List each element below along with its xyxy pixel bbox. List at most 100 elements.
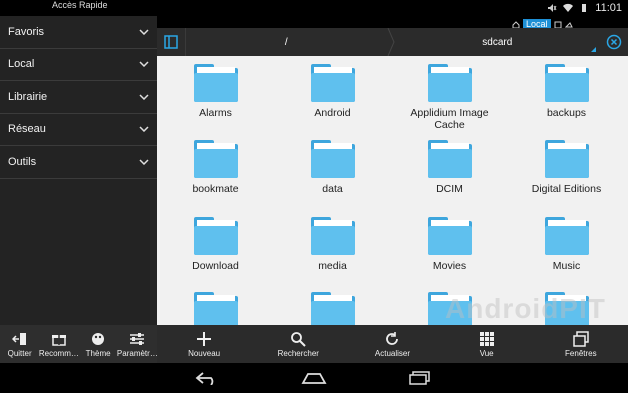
folder-item[interactable]: Android <box>274 64 391 119</box>
settings-button[interactable]: Paramètr… <box>117 325 158 358</box>
action-bar: Nouveau Rechercher Actualiser Vue Fenêtr… <box>157 325 628 363</box>
folder-name: media <box>318 260 347 272</box>
sidebar-item-label: Local <box>8 58 35 71</box>
file-grid: Alarms Android Applidium Image Cache backup… <box>157 56 628 325</box>
folder-name: bookmate <box>192 183 239 195</box>
sidebar-item-label: Favoris <box>8 25 45 38</box>
sidebar-item-label: Outils <box>8 155 37 168</box>
folder-name: backups <box>546 107 587 119</box>
folder-item[interactable]: Alarms <box>157 64 274 119</box>
close-icon <box>606 34 622 50</box>
folder-item[interactable] <box>157 292 274 325</box>
folder-item[interactable]: Digital Editions <box>508 140 625 195</box>
folder-icon <box>427 217 472 255</box>
mute-icon <box>548 4 557 12</box>
sidebar-toolbar: Quitter Recomm… Thème Paramètr… <box>0 325 158 363</box>
sidebar-item-label: Réseau <box>8 123 46 136</box>
theme-button[interactable]: Thème <box>79 325 117 358</box>
folder-name: Download <box>192 260 239 272</box>
sidebar-title: Accès Rapide <box>52 0 108 10</box>
folder-icon <box>310 217 355 255</box>
plus-icon <box>197 332 212 346</box>
sidebar-item-local[interactable]: Local <box>0 49 157 81</box>
sidebar-item-outils[interactable]: Outils <box>0 146 157 179</box>
folder-icon <box>544 140 589 178</box>
search-icon <box>291 332 306 347</box>
folder-name: Android <box>314 107 351 119</box>
chevron-down-icon <box>139 61 149 68</box>
breadcrumb-root[interactable]: / <box>184 28 387 56</box>
folder-icon <box>193 292 238 325</box>
breadcrumb-current[interactable]: sdcard <box>394 28 601 56</box>
sidebar-item-librairie[interactable]: Librairie <box>0 81 157 114</box>
wifi-icon <box>563 3 574 13</box>
watermark: AndroidPIT <box>445 293 606 324</box>
folder-icon <box>427 64 472 102</box>
chevron-down-icon <box>139 94 149 100</box>
folder-name: Movies <box>432 260 467 272</box>
folder-icon <box>427 140 472 178</box>
folder-item[interactable]: backups <box>508 64 625 119</box>
view-button[interactable]: Vue <box>442 325 532 363</box>
quit-button[interactable]: Quitter <box>1 325 39 358</box>
folder-item[interactable]: DCIM <box>391 140 508 195</box>
toggle-sidebar-button[interactable] <box>157 28 185 56</box>
sidebar-item-favoris[interactable]: Favoris <box>0 16 157 49</box>
home-button[interactable] <box>300 369 328 387</box>
folder-name: data <box>322 183 343 195</box>
folder-name: Alarms <box>199 107 232 119</box>
sidebar-item-reseau[interactable]: Réseau <box>0 114 157 146</box>
windows-icon <box>573 331 589 347</box>
chevron-down-icon <box>139 159 149 165</box>
folder-icon <box>544 217 589 255</box>
folder-item[interactable]: Download <box>157 217 274 272</box>
new-button[interactable]: Nouveau <box>159 325 249 363</box>
refresh-icon <box>386 332 399 345</box>
folder-item[interactable]: Movies <box>391 217 508 272</box>
recent-apps-button[interactable] <box>406 369 434 387</box>
sidebar-toggle-icon <box>164 35 178 49</box>
breadcrumb: / sdcard <box>157 28 628 56</box>
grid-view-icon <box>479 332 494 346</box>
sidebar-item-label: Librairie <box>8 90 48 103</box>
recent-apps-icon <box>409 371 430 385</box>
folder-item[interactable]: Music <box>508 217 625 272</box>
search-button[interactable]: Rechercher <box>253 325 343 363</box>
folder-icon <box>544 64 589 102</box>
refresh-button[interactable]: Actualiser <box>347 325 437 363</box>
folder-name: Applidium Image Cache <box>410 107 489 131</box>
folder-name: Music <box>552 260 581 272</box>
folder-name: Digital Editions <box>531 183 602 195</box>
back-button[interactable] <box>193 369 221 387</box>
palette-icon <box>92 333 105 345</box>
folder-icon <box>310 64 355 102</box>
quick-access-sidebar: Accès Rapide Favoris Local Librairie Rés… <box>0 0 157 325</box>
chevron-down-icon <box>139 126 149 133</box>
gift-icon <box>51 335 66 346</box>
location-strip: Local <box>157 16 628 30</box>
folder-icon <box>310 140 355 178</box>
folder-item[interactable]: bookmate <box>157 140 274 195</box>
chevron-down-icon <box>139 29 149 35</box>
close-window-button[interactable] <box>600 28 628 56</box>
folder-name: DCIM <box>436 183 463 195</box>
home-nav-icon <box>301 373 327 384</box>
exit-icon <box>11 333 26 345</box>
sliders-icon <box>130 333 145 345</box>
breadcrumb-separator-icon <box>387 28 395 56</box>
folder-icon <box>193 217 238 255</box>
navigation-bar <box>0 363 628 393</box>
dropdown-corner-icon <box>591 47 597 52</box>
folder-icon <box>193 64 238 102</box>
folder-item[interactable]: Applidium Image Cache <box>391 64 508 131</box>
folder-icon <box>193 140 238 178</box>
folder-item[interactable]: data <box>274 140 391 195</box>
battery-icon <box>582 4 587 12</box>
clock: 11:01 <box>595 2 622 14</box>
folder-item[interactable]: media <box>274 217 391 272</box>
recommend-button[interactable]: Recomm… <box>39 325 79 358</box>
back-icon <box>195 372 214 385</box>
windows-button[interactable]: Fenêtres <box>536 325 626 363</box>
folder-item[interactable] <box>274 292 391 325</box>
folder-icon <box>310 292 355 325</box>
